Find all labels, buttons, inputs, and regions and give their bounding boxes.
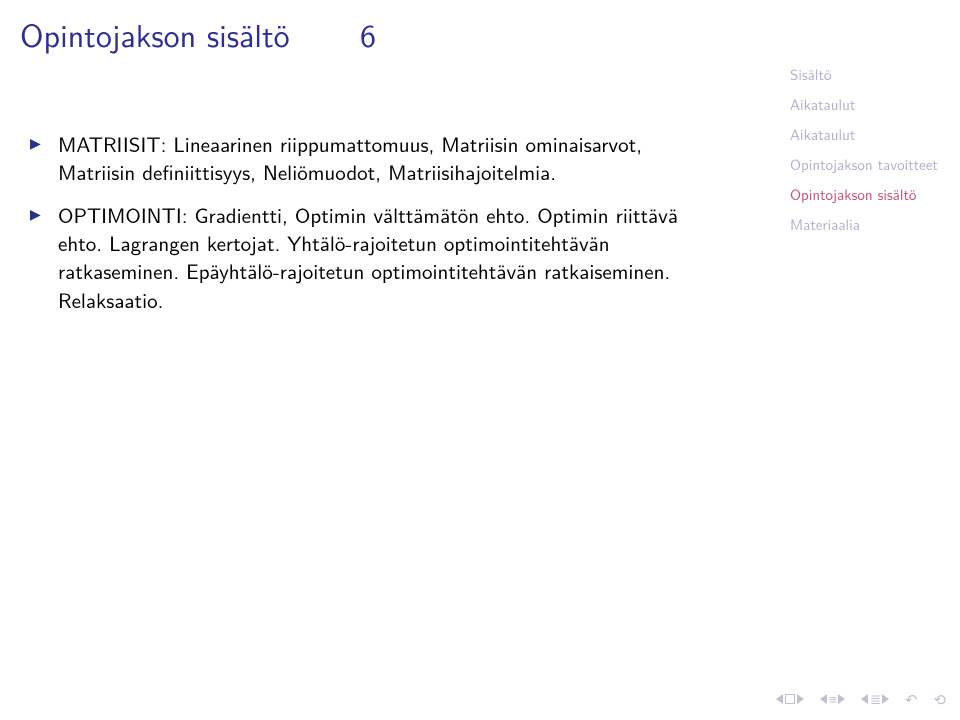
triangle-right-icon: [797, 694, 804, 704]
undo-icon: ↶: [905, 688, 918, 710]
beamer-nav-bar: ≡ ≣ ↶ ⟲: [776, 688, 946, 710]
sidebar-item-sisalto[interactable]: Sisältö: [790, 62, 940, 86]
sidebar-item-tavoitteet[interactable]: Opintojakson tavoitteet: [790, 152, 940, 176]
sidebar-item-sisalto-current[interactable]: Opintojakson sisältö: [790, 182, 940, 206]
nav-prev-slide[interactable]: [776, 694, 804, 704]
triangle-right-icon: [882, 694, 889, 704]
nav-prev-section[interactable]: ≡: [820, 690, 845, 709]
sidebar-item-aikataulut-1[interactable]: Aikataulut: [790, 92, 940, 116]
bullet-1: MATRIISIT: Lineaarinen riippumattomuus, …: [30, 130, 710, 187]
bars-icon: ≣: [870, 690, 880, 709]
refresh-icon: ⟲: [933, 688, 946, 710]
sidebar-item-materiaalia[interactable]: Materiaalia: [790, 212, 940, 236]
bullet-2: OPTIMOINTI: Gradientti, Optimin välttämä…: [30, 201, 710, 314]
nav-prev-sub[interactable]: ≣: [861, 690, 889, 709]
bars-icon: ≡: [829, 690, 836, 709]
page-title: Opintojakson sisältö: [20, 10, 290, 57]
nav-refresh[interactable]: ⟲: [933, 688, 946, 710]
sidebar: Sisältö Aikataulut Aikataulut Opintojaks…: [790, 62, 940, 242]
sidebar-item-aikataulut-2[interactable]: Aikataulut: [790, 122, 940, 146]
nav-back[interactable]: ↶: [905, 688, 918, 710]
triangle-left-icon: [776, 694, 783, 704]
frame-number: 6: [360, 10, 376, 57]
content-body: MATRIISIT: Lineaarinen riippumattomuus, …: [30, 130, 710, 328]
triangle-left-icon: [820, 694, 827, 704]
triangle-right-icon: [838, 694, 845, 704]
triangle-left-icon: [861, 694, 868, 704]
square-icon: [785, 694, 795, 704]
